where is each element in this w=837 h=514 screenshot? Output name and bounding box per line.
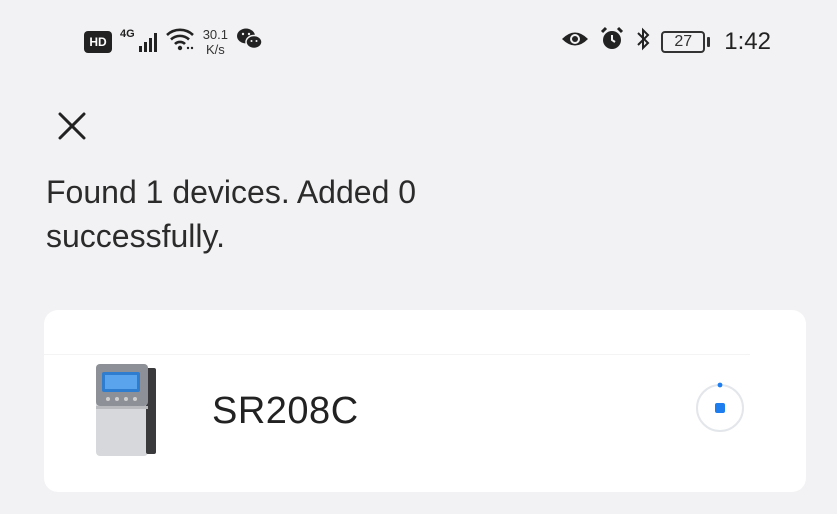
- device-list-card: SR208C: [44, 310, 806, 492]
- alarm-icon: [599, 26, 625, 57]
- close-icon: [58, 112, 86, 140]
- battery-tip: [707, 36, 711, 47]
- eye-icon: [561, 29, 589, 54]
- hd-icon: HD: [84, 30, 112, 53]
- result-message: Found 1 devices. Added 0 successfully.: [46, 174, 417, 254]
- status-bar-right: 27 1:42: [561, 26, 771, 57]
- speed-unit: K/s: [205, 41, 225, 57]
- wechat-icon: [236, 27, 264, 56]
- adding-progress-icon: [694, 382, 746, 434]
- clock-time: 1:42: [724, 27, 771, 55]
- device-row[interactable]: SR208C: [44, 354, 806, 470]
- network-speed: 30.1 K/s: [203, 28, 228, 56]
- battery-level: 27: [661, 30, 706, 53]
- signal-icon: [138, 32, 157, 52]
- bluetooth-icon: [635, 26, 651, 57]
- screen: HD 4G 30.1 K/s 27 1:42 Found 1 devices. …: [0, 0, 837, 514]
- close-button[interactable]: [52, 106, 92, 146]
- status-bar-left: HD 4G 30.1 K/s: [84, 26, 264, 57]
- status-bar: HD 4G 30.1 K/s 27 1:42: [0, 16, 837, 72]
- network-type-label: 4G: [120, 27, 135, 40]
- speed-value: 30.1: [202, 26, 228, 42]
- controller-device-icon: [92, 362, 158, 458]
- battery-icon: 27: [661, 30, 711, 53]
- wifi-icon: [165, 26, 195, 57]
- device-name: SR208C: [212, 390, 359, 432]
